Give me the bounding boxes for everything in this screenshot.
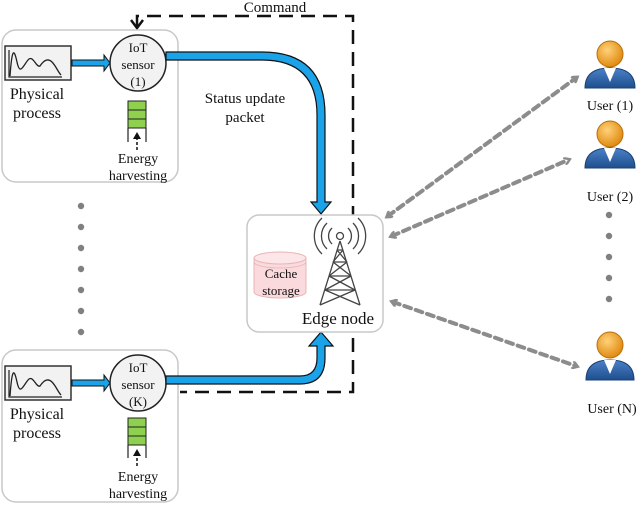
- user-label: User (1): [587, 99, 634, 114]
- sensor-label-line1: IoT: [129, 40, 148, 55]
- sensor-label-line2: sensor: [121, 377, 155, 392]
- user-2: User (2): [584, 120, 636, 205]
- user-1: User (1): [584, 40, 636, 114]
- sensor-label-line1: IoT: [129, 360, 148, 375]
- status-update-label-line1: Status update: [205, 91, 286, 107]
- user-avatar-icon: [584, 120, 636, 169]
- status-update-flow-1: [165, 51, 333, 215]
- process-label-line1: Physical: [10, 406, 65, 423]
- signal-waveform-icon: [4, 365, 72, 401]
- user-ellipsis: [605, 211, 613, 303]
- user-n: User (N): [585, 331, 637, 417]
- edge-node-label: Edge node: [302, 309, 374, 328]
- signal-waveform-icon: [4, 45, 72, 81]
- energy-label-line2: harvesting: [109, 169, 167, 184]
- sensor-group-1: Physical process IoT sensor (1) Energy h…: [1, 29, 179, 184]
- cache-label-line2: storage: [262, 283, 300, 298]
- sensor-ellipsis: [77, 202, 85, 336]
- user-link-n: [393, 302, 576, 366]
- cache-label-line1: Cache: [265, 266, 298, 281]
- sensor-group-k: Physical process IoT sensor (K) Energy h…: [1, 349, 179, 503]
- sensor-label-line2: sensor: [121, 57, 155, 72]
- energy-label-line2: harvesting: [109, 487, 167, 502]
- user-label: User (2): [587, 190, 634, 205]
- status-update-label-line2: packet: [225, 110, 265, 126]
- edge-node: Cache storage Edge node: [246, 214, 384, 333]
- process-label-line2: process: [13, 425, 61, 442]
- user-link-2: [392, 160, 568, 236]
- process-label-line2: process: [13, 105, 61, 122]
- system-diagram: Command Physical process IoT sensor (1) …: [1, 0, 637, 503]
- user-avatar-icon: [584, 40, 636, 89]
- user-label: User (N): [587, 402, 637, 417]
- sensor-label-line3: (K): [129, 394, 147, 409]
- sensor-label-line3: (1): [130, 74, 145, 89]
- user-links: [388, 78, 576, 366]
- status-update-flow-k: [165, 331, 335, 385]
- energy-label-line1: Energy: [118, 152, 158, 167]
- user-avatar-icon: [585, 331, 635, 381]
- energy-label-line1: Energy: [118, 470, 158, 485]
- process-label-line1: Physical: [10, 86, 65, 103]
- command-label: Command: [244, 0, 307, 16]
